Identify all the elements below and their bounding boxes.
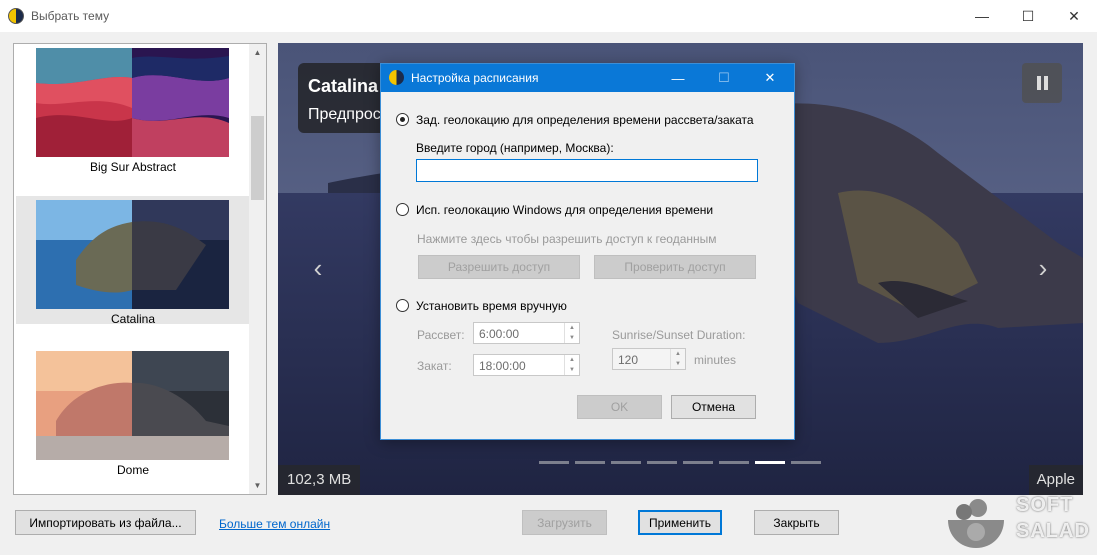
- minimize-button[interactable]: —: [959, 0, 1005, 32]
- dialog-app-icon: [389, 70, 404, 85]
- sunrise-time-input[interactable]: 6:00:00 ▲ ▼: [473, 322, 580, 344]
- theme-list-scrollbar[interactable]: ▲ ▼: [249, 44, 266, 494]
- apply-button[interactable]: Применить: [638, 510, 722, 535]
- radio-windows-geolocation[interactable]: [396, 203, 409, 216]
- theme-item-dome[interactable]: Dome: [16, 347, 250, 477]
- sunset-time-value: 18:00:00: [479, 359, 526, 373]
- watermark-text-salad: SALAD: [1016, 520, 1090, 542]
- check-access-button[interactable]: Проверить доступ: [594, 255, 756, 279]
- import-from-file-button[interactable]: Импортировать из файла...: [15, 510, 196, 535]
- duration-value: 120: [618, 353, 639, 367]
- schedule-dialog: Настройка расписания — ☐ ✕ Зад. геолокац…: [380, 63, 795, 440]
- scroll-thumb[interactable]: [251, 116, 264, 200]
- dialog-titlebar: Настройка расписания — ☐ ✕: [381, 64, 794, 92]
- download-button[interactable]: Загрузить: [522, 510, 607, 535]
- slide-indicator[interactable]: [719, 461, 749, 464]
- theme-list[interactable]: Big Sur Abstract Catalina Dome ▲ ▼: [13, 43, 267, 495]
- more-themes-online-link[interactable]: Больше тем онлайн: [219, 517, 330, 531]
- slide-indicator[interactable]: [683, 461, 713, 464]
- duration-spinner[interactable]: ▲ ▼: [670, 349, 685, 369]
- dialog-maximize-button: ☐: [718, 70, 730, 85]
- city-field-label: Введите город (например, Москва):: [416, 141, 614, 155]
- dialog-cancel-button[interactable]: Отмена: [671, 395, 756, 419]
- duration-label: Sunrise/Sunset Duration:: [612, 328, 746, 342]
- dialog-title: Настройка расписания: [411, 71, 539, 85]
- theme-item-label: Big Sur Abstract: [89, 160, 177, 174]
- salad-bowl-icon: [948, 499, 1004, 548]
- pause-icon[interactable]: [1022, 63, 1062, 103]
- slide-indicator[interactable]: [575, 461, 605, 464]
- allow-access-button[interactable]: Разрешить доступ: [418, 255, 580, 279]
- close-button[interactable]: Закрыть: [754, 510, 839, 535]
- scroll-up-button[interactable]: ▲: [249, 44, 266, 61]
- radio-geolocation[interactable]: [396, 113, 409, 126]
- dialog-close-button[interactable]: ✕: [747, 64, 793, 92]
- app-icon: [8, 8, 24, 24]
- theme-item-label: Catalina: [110, 312, 156, 326]
- option-geolocation-label[interactable]: Зад. геолокацию для определения времени …: [416, 113, 754, 127]
- preview-subtitle: Предпрос: [308, 106, 381, 123]
- theme-item-catalina[interactable]: Catalina: [16, 196, 250, 326]
- slide-indicator[interactable]: [647, 461, 677, 464]
- dialog-ok-button[interactable]: OK: [577, 395, 662, 419]
- scroll-down-button[interactable]: ▼: [249, 477, 266, 494]
- window-title: Выбрать тему: [31, 9, 110, 23]
- maximize-button[interactable]: ☐: [1005, 0, 1051, 32]
- softsalad-watermark: SOFT SALAD: [940, 490, 1090, 552]
- theme-item-big-sur[interactable]: Big Sur Abstract: [16, 44, 250, 174]
- slide-indicator[interactable]: [539, 461, 569, 464]
- sunrise-label: Рассвет:: [417, 328, 465, 342]
- sunrise-spinner[interactable]: ▲ ▼: [564, 323, 579, 343]
- duration-unit: minutes: [694, 353, 737, 367]
- sunset-label: Закат:: [417, 359, 452, 373]
- preview-title: Catalina: [308, 76, 379, 96]
- slide-indicator[interactable]: [755, 461, 785, 464]
- option-manual-label[interactable]: Установить время вручную: [416, 299, 567, 313]
- duration-input[interactable]: 120 ▲ ▼: [612, 348, 686, 370]
- theme-item-label: Dome: [116, 463, 149, 477]
- previous-image-button[interactable]: ‹: [306, 253, 330, 283]
- sunrise-time-value: 6:00:00: [479, 327, 520, 341]
- radio-manual-time[interactable]: [396, 299, 409, 312]
- watermark-text-soft: SOFT: [1016, 494, 1074, 516]
- theme-thumbnail-big-sur: [36, 48, 229, 157]
- sunset-time-input[interactable]: 18:00:00 ▲ ▼: [473, 354, 580, 376]
- city-input[interactable]: [416, 159, 758, 182]
- slide-indicator[interactable]: [611, 461, 641, 464]
- theme-thumbnail-dome: [36, 351, 229, 460]
- next-image-button[interactable]: ›: [1031, 253, 1055, 283]
- window-titlebar: Выбрать тему — ☐ ✕: [0, 0, 1097, 32]
- theme-size-badge: 102,3 MB: [278, 465, 361, 495]
- geo-access-hint: Нажмите здесь чтобы разрешить доступ к г…: [417, 232, 717, 246]
- close-window-button[interactable]: ✕: [1051, 0, 1097, 32]
- dialog-minimize-button[interactable]: —: [655, 64, 701, 92]
- option-windows-geo-label[interactable]: Исп. геолокацию Windows для определения …: [416, 203, 713, 217]
- theme-thumbnail-catalina: [36, 200, 229, 309]
- slide-indicator[interactable]: [791, 461, 821, 464]
- sunset-spinner[interactable]: ▲ ▼: [564, 355, 579, 375]
